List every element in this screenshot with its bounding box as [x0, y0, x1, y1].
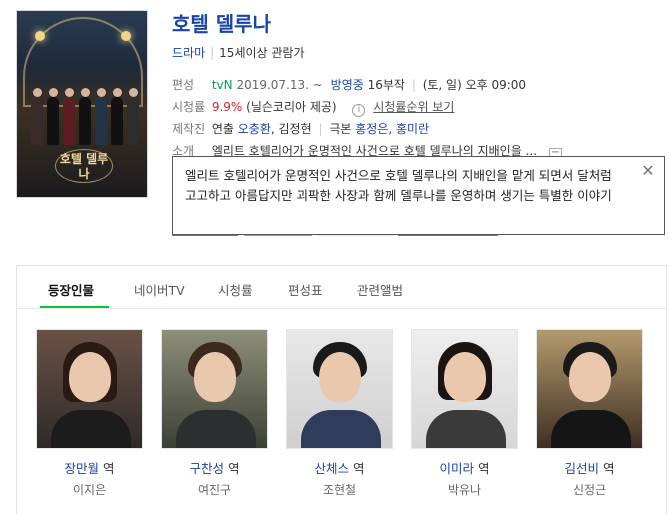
- cast-actor[interactable]: 이지은: [36, 481, 143, 498]
- cast-role: 이미라 역: [439, 461, 490, 476]
- age-rating: 15세이상 관람가: [219, 46, 305, 60]
- poster-figure: [31, 88, 43, 145]
- ratings-row: 시청률 9.9% (닐슨코리아 제공) i 시청률순위 보기: [172, 98, 454, 117]
- tab-cast[interactable]: 등장인물: [48, 280, 94, 299]
- role-link[interactable]: 구찬성: [190, 461, 225, 476]
- divider: |: [210, 46, 215, 60]
- status-badge: 방영중: [330, 78, 364, 92]
- director2: 김정현: [278, 122, 312, 136]
- cast-role: 구찬성 역: [189, 461, 240, 476]
- poster-figure: [47, 88, 59, 145]
- genre-link[interactable]: 드라마: [172, 46, 205, 60]
- role-link[interactable]: 산체스: [315, 461, 350, 476]
- cast-actor[interactable]: 신정근: [536, 481, 643, 498]
- cast-card[interactable]: 김선비 역 신정근: [536, 329, 643, 498]
- cast-card[interactable]: 산체스 역 조현철: [286, 329, 393, 498]
- poster-image[interactable]: 호텔 델루나: [16, 10, 148, 198]
- episode-count: 16부작: [367, 78, 405, 92]
- production-label: 제작진: [172, 122, 206, 136]
- cast-photo[interactable]: [536, 329, 643, 449]
- director-label: 연출: [211, 122, 234, 136]
- synopsis-popup: 엘리트 호텔리어가 운명적인 사건으로 호텔 델루나의 지배인을 맡게 되면서 …: [172, 156, 665, 235]
- air-time: (토, 일) 오후 09:00: [422, 78, 527, 92]
- divider: [17, 308, 666, 309]
- close-icon[interactable]: ✕: [640, 163, 656, 179]
- cast-card[interactable]: 이미라 역 박유나: [411, 329, 518, 498]
- director-link[interactable]: 오충환: [238, 122, 271, 136]
- ratings-source: (닐슨코리아 제공): [246, 100, 337, 114]
- air-date: 2019.07.13. ~: [236, 78, 323, 92]
- ratings-value: 9.9%: [211, 100, 243, 114]
- cast-photo[interactable]: [161, 329, 268, 449]
- divider: |: [411, 78, 416, 92]
- schedule-row: 편성 tvN 2019.07.13. ~ 방영중 16부작 | (토, 일) 오…: [172, 76, 526, 93]
- poster-figure: [79, 88, 91, 145]
- cast-card[interactable]: 장만월 역 이지은: [36, 329, 143, 498]
- cast-role: 장만월 역: [64, 461, 115, 476]
- poster-lamp: [121, 31, 131, 41]
- synopsis-full-text: 엘리트 호텔리어가 운명적인 사건으로 호텔 델루나의 지배인을 맡게 되면서 …: [185, 168, 612, 203]
- schedule-label: 편성: [172, 78, 195, 92]
- role-link[interactable]: 이미라: [440, 461, 475, 476]
- channel-link[interactable]: tvN: [212, 78, 233, 92]
- cast-actor[interactable]: 박유나: [411, 481, 518, 498]
- cast-role: 산체스 역: [314, 461, 365, 476]
- tab-bar: 등장인물 네이버TV 시청률 편성표 관련앨범: [17, 266, 666, 309]
- role-link[interactable]: 장만월: [65, 461, 100, 476]
- show-subinfo: 드라마 | 15세이상 관람가: [172, 44, 305, 61]
- info-icon[interactable]: i: [352, 104, 366, 117]
- cast-photo[interactable]: [36, 329, 143, 449]
- cast-actor[interactable]: 조현철: [286, 481, 393, 498]
- role-link[interactable]: 김선비: [565, 461, 600, 476]
- ratings-label: 시청률: [172, 100, 206, 114]
- ratings-rank-link[interactable]: 시청률순위 보기: [373, 100, 454, 114]
- content-panel: 등장인물 네이버TV 시청률 편성표 관련앨범 장만월 역 이지은 구찬성 역 …: [16, 265, 667, 514]
- divider: |: [318, 122, 323, 136]
- tab-schedule[interactable]: 편성표: [288, 280, 323, 299]
- poster-figure: [63, 88, 75, 145]
- cast-actor[interactable]: 여진구: [161, 481, 268, 498]
- cast-photo[interactable]: [411, 329, 518, 449]
- tab-ratings[interactable]: 시청률: [218, 280, 253, 299]
- tab-navertv[interactable]: 네이버TV: [134, 280, 185, 299]
- cast-photo[interactable]: [286, 329, 393, 449]
- cast-role: 김선비 역: [564, 461, 615, 476]
- poster-figure: [95, 88, 107, 145]
- cast-card[interactable]: 구찬성 역 여진구: [161, 329, 268, 498]
- poster-lamp: [35, 31, 45, 41]
- tab-albums[interactable]: 관련앨범: [357, 280, 403, 299]
- writer-label: 극본: [329, 122, 352, 136]
- poster-figure: [111, 88, 123, 145]
- poster-logo: 호텔 델루나: [55, 149, 113, 183]
- show-title[interactable]: 호텔 델루나: [172, 8, 271, 37]
- writer-link[interactable]: 홍정은, 홍미란: [355, 122, 429, 136]
- poster-figure: [127, 88, 139, 145]
- production-row: 제작진 연출 오충환, 김정현 | 극본 홍정은, 홍미란: [172, 122, 430, 136]
